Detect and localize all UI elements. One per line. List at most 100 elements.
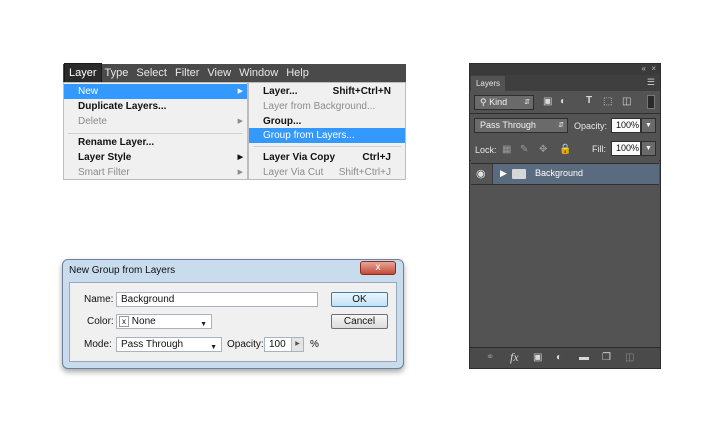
close-button[interactable]: x bbox=[360, 261, 396, 275]
chevron-down-icon: ▼ bbox=[210, 344, 217, 351]
menu-separator bbox=[253, 146, 401, 147]
menu-item-layer-via-cut-label: Layer Via Cut bbox=[263, 167, 324, 178]
menu-help[interactable]: Help bbox=[282, 64, 313, 82]
menu-item-layer-style-label: Layer Style bbox=[78, 152, 132, 163]
submenu-arrow-icon: ▶ bbox=[237, 169, 243, 176]
lock-all-icon[interactable]: 🔒 bbox=[559, 144, 571, 156]
slider-arrow-icon[interactable]: ▶ bbox=[291, 338, 303, 351]
name-label: Name: bbox=[84, 294, 114, 305]
menu-separator bbox=[68, 133, 243, 134]
fill-label: Fill: bbox=[592, 144, 606, 154]
name-field[interactable]: Background bbox=[116, 292, 318, 307]
ok-button[interactable]: OK bbox=[331, 292, 388, 307]
color-value: None bbox=[131, 316, 156, 327]
link-layers-icon[interactable]: ⚭ bbox=[486, 352, 494, 364]
menu-type[interactable]: Type bbox=[101, 64, 133, 82]
cancel-button[interactable]: Cancel bbox=[331, 314, 388, 329]
menu-select[interactable]: Select bbox=[132, 64, 171, 82]
layers-panel: « × Layers ☰ ⚲ Kind ⇵ ▣ ◐ T ⬚ ◫ Pass Thr… bbox=[469, 63, 661, 369]
smart-object-filter-icon[interactable]: ◫ bbox=[622, 96, 631, 108]
new-layer-icon[interactable]: ❐ bbox=[602, 352, 611, 364]
shortcut-label: Shift+Ctrl+N bbox=[332, 86, 391, 97]
menu-item-group-from-layers[interactable]: Group from Layers... bbox=[249, 128, 405, 143]
menu-item-layer-from-background[interactable]: Layer from Background... bbox=[249, 99, 405, 114]
adjustment-layer-icon[interactable]: ◐ bbox=[556, 352, 562, 364]
menu-bar: Layer Type Select Filter View Window Hel… bbox=[63, 63, 406, 83]
chevron-down-icon: ▼ bbox=[200, 321, 207, 328]
blend-mode-value: Pass Through bbox=[480, 120, 536, 130]
color-swatch-icon: x bbox=[119, 315, 129, 327]
layer-name[interactable]: Background bbox=[535, 168, 583, 178]
menu-item-layer-via-copy[interactable]: Layer Via Copy Ctrl+J bbox=[249, 150, 405, 165]
new-group-icon[interactable]: ▬ bbox=[579, 352, 589, 364]
lock-image-icon[interactable]: ✎ bbox=[520, 144, 528, 156]
close-icon: x bbox=[375, 262, 381, 273]
collapse-icon[interactable]: « bbox=[642, 64, 646, 74]
folder-icon bbox=[512, 169, 526, 179]
opacity-value: 100 bbox=[269, 339, 286, 350]
opacity-unit: % bbox=[310, 339, 319, 350]
layer-list: ◉ ▶ Background bbox=[471, 159, 659, 346]
blend-mode-select[interactable]: Pass Through ⇵ bbox=[474, 118, 568, 133]
menu-item-layer[interactable]: Layer... Shift+Ctrl+N bbox=[249, 84, 405, 99]
fill-field[interactable]: 100% bbox=[611, 141, 641, 156]
close-icon[interactable]: × bbox=[651, 64, 656, 74]
dialog-body: Name: Background Color: x None ▼ Mode: P… bbox=[69, 282, 397, 362]
add-mask-icon[interactable]: ▣ bbox=[533, 352, 542, 364]
shortcut-label: Shift+Ctrl+J bbox=[338, 167, 391, 178]
panel-bottom-toolbar: ⚭ fx ▣ ◐ ▬ ❐ ◫ bbox=[470, 347, 660, 368]
filter-kind-value: Kind bbox=[489, 97, 508, 107]
visibility-toggle[interactable]: ◉ bbox=[471, 164, 493, 184]
fx-icon[interactable]: fx bbox=[510, 351, 519, 363]
adjustment-filter-icon[interactable]: ◐ bbox=[560, 96, 566, 108]
menu-layer[interactable]: Layer bbox=[64, 63, 102, 83]
menu-item-layer-via-cut[interactable]: Layer Via Cut Shift+Ctrl+J bbox=[249, 165, 405, 180]
chevron-down-icon[interactable]: ▼ bbox=[641, 141, 656, 156]
menu-item-delete[interactable]: Delete ▶ bbox=[64, 114, 247, 129]
lock-transparent-icon[interactable]: ▦ bbox=[502, 144, 511, 156]
filter-toggle-icon[interactable] bbox=[647, 95, 655, 109]
lock-label: Lock: bbox=[475, 145, 497, 155]
chevron-down-icon[interactable]: ▼ bbox=[641, 118, 656, 133]
menu-item-layer-style[interactable]: Layer Style ▶ bbox=[64, 150, 247, 165]
layer-row[interactable]: ◉ ▶ Background bbox=[471, 163, 659, 185]
opacity-field[interactable]: 100% bbox=[611, 118, 641, 133]
updown-icon: ⇵ bbox=[524, 99, 530, 106]
mode-select[interactable]: Pass Through ▼ bbox=[116, 337, 222, 352]
opacity-field[interactable]: 100 ▶ bbox=[264, 337, 304, 352]
tab-layers[interactable]: Layers bbox=[471, 76, 505, 91]
menu-item-new[interactable]: New ▶ bbox=[64, 84, 247, 99]
menu-item-rename-layer[interactable]: Rename Layer... bbox=[64, 135, 247, 150]
submenu-arrow-icon: ▶ bbox=[237, 154, 243, 161]
menu-item-smart-filter[interactable]: Smart Filter ▶ bbox=[64, 165, 247, 180]
menu-item-layer-label: Layer... bbox=[263, 86, 298, 97]
divider bbox=[470, 113, 660, 114]
menu-item-layer-via-copy-label: Layer Via Copy bbox=[263, 152, 336, 163]
menu-item-smart-filter-label: Smart Filter bbox=[78, 167, 130, 178]
opacity-label: Opacity: bbox=[574, 121, 608, 131]
opacity-label: Opacity: bbox=[227, 339, 264, 350]
menu-item-new-label: New bbox=[78, 86, 99, 97]
menu-window[interactable]: Window bbox=[235, 64, 282, 82]
eye-icon: ◉ bbox=[476, 168, 486, 180]
panel-menu-icon[interactable]: ☰ bbox=[647, 77, 655, 88]
expand-triangle-icon[interactable]: ▶ bbox=[500, 168, 507, 179]
panel-tab-row: Layers ☰ bbox=[470, 75, 660, 91]
mode-label: Mode: bbox=[84, 339, 112, 350]
shape-filter-icon[interactable]: ⬚ bbox=[603, 96, 612, 108]
menu-filter[interactable]: Filter bbox=[171, 64, 203, 82]
image-filter-icon[interactable]: ▣ bbox=[543, 96, 552, 108]
lock-position-icon[interactable]: ✥ bbox=[539, 144, 547, 156]
panel-titlebar: « × bbox=[470, 64, 660, 75]
filter-kind-select[interactable]: ⚲ Kind ⇵ bbox=[474, 95, 534, 110]
menu-item-duplicate-layers[interactable]: Duplicate Layers... bbox=[64, 99, 247, 114]
menu-item-delete-label: Delete bbox=[78, 116, 107, 127]
type-filter-icon[interactable]: T bbox=[586, 95, 592, 107]
menu-item-group[interactable]: Group... bbox=[249, 114, 405, 129]
submenu-arrow-icon: ▶ bbox=[237, 118, 243, 125]
dialog-title: New Group from Layers bbox=[69, 265, 176, 276]
color-label: Color: bbox=[87, 316, 114, 327]
trash-icon[interactable]: ◫ bbox=[625, 352, 634, 364]
menu-view[interactable]: View bbox=[203, 64, 235, 82]
color-select[interactable]: x None ▼ bbox=[116, 314, 212, 329]
